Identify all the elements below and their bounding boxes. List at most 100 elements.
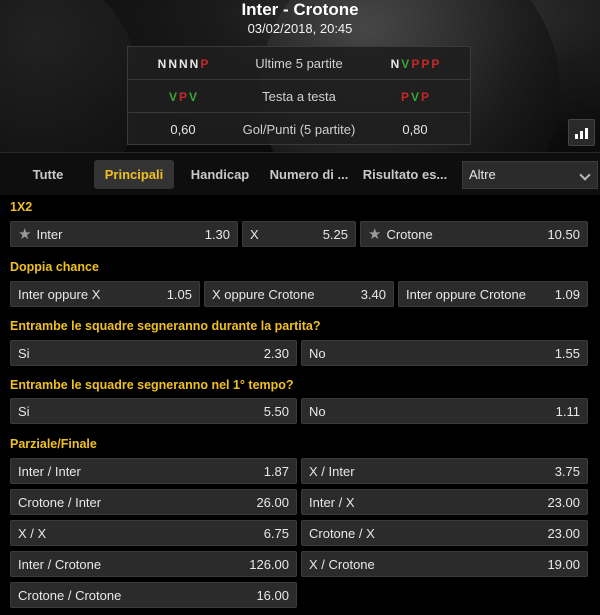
away-form: NVPPP	[360, 56, 470, 71]
tab-principali[interactable]: Principali	[94, 160, 174, 189]
option-odd: 1.30	[204, 226, 230, 242]
form-result: P	[200, 56, 209, 71]
odd-button[interactable]: X oppure Crotone 3.40	[204, 281, 394, 307]
option-name: X	[250, 226, 259, 242]
odd-button[interactable]: Inter / X 23.00	[301, 489, 588, 515]
tab-numero-di[interactable]: Numero di ...	[268, 160, 350, 189]
odd-button[interactable]: No 1.11	[301, 398, 588, 424]
odd-button[interactable]: X / Inter 3.75	[301, 458, 588, 484]
stats-label: Ultime 5 partite	[255, 55, 343, 71]
market-title-1x2: 1X2	[10, 200, 33, 214]
market-title-parziale-finale: Parziale/Finale	[10, 437, 97, 451]
option-name: Inter / X	[309, 494, 355, 510]
odd-button[interactable]: Crotone / X 23.00	[301, 520, 588, 546]
stats-row-goals: 0,60 Gol/Punti (5 partite) 0,80	[128, 113, 470, 146]
odd-button[interactable]: Inter / Crotone 126.00	[10, 551, 297, 577]
market-tabs: Tutte Principali Handicap Numero di ... …	[0, 152, 600, 195]
home-goals: 0,60	[170, 122, 196, 137]
option-odd: 3.40	[360, 286, 386, 302]
odd-button[interactable]: X / X 6.75	[10, 520, 297, 546]
home-form: NNNNP	[128, 56, 238, 71]
stats-row-h2h: VPV Testa a testa PVP	[128, 80, 470, 113]
option-name: Inter / Inter	[18, 463, 81, 479]
option-name: Crotone / X	[309, 525, 375, 541]
option-odd: 23.00	[547, 525, 580, 541]
option-odd: 5.25	[322, 226, 348, 242]
option-name: Crotone / Crotone	[18, 587, 122, 603]
tab-tutte[interactable]: Tutte	[22, 160, 74, 189]
odd-button[interactable]: Inter / Inter 1.87	[10, 458, 297, 484]
form-result: N	[168, 56, 177, 71]
match-header: Inter - Crotone 03/02/2018, 20:45 NNNNP …	[0, 0, 600, 152]
option-name: Inter oppure Crotone	[406, 286, 526, 302]
select-value: Altre	[469, 167, 496, 182]
tab-handicap[interactable]: Handicap	[188, 160, 252, 189]
form-result: N	[390, 56, 400, 71]
star-icon[interactable]: ★	[368, 227, 381, 242]
option-name: No	[309, 403, 326, 419]
option-odd: 1.87	[263, 463, 289, 479]
odd-button[interactable]: Inter oppure Crotone 1.09	[398, 281, 588, 307]
option-name: X oppure Crotone	[212, 286, 315, 302]
form-result: V	[189, 89, 198, 104]
match-date: 03/02/2018, 20:45	[247, 21, 353, 36]
option-odd: 1.11	[555, 403, 580, 419]
option-odd: 23.00	[547, 494, 580, 510]
option-odd: 5.50	[263, 403, 289, 419]
option-odd: 1.09	[554, 286, 580, 302]
option-name: Inter / Crotone	[18, 556, 102, 572]
option-name: Inter	[36, 226, 63, 242]
option-name: X / Crotone	[309, 556, 375, 572]
option-name: Crotone	[386, 226, 433, 242]
option-odd: 26.00	[256, 494, 289, 510]
market-title-btts-first-half: Entrambe le squadre segneranno nel 1° te…	[10, 378, 294, 392]
away-h2h: PVP	[360, 89, 470, 104]
form-result: V	[168, 89, 177, 104]
form-result: N	[189, 56, 199, 71]
home-h2h: VPV	[128, 89, 238, 104]
odd-button[interactable]: X 5.25	[242, 221, 356, 247]
option-name: Si	[18, 345, 30, 361]
match-title: Inter - Crotone	[241, 0, 359, 19]
form-result: N	[178, 56, 188, 71]
odd-button[interactable]: No 1.55	[301, 340, 588, 366]
option-name: Si	[18, 403, 30, 419]
option-odd: 10.50	[547, 226, 580, 242]
star-icon[interactable]: ★	[18, 227, 31, 242]
form-result: P	[421, 56, 430, 71]
market-title-btts: Entrambe le squadre segneranno durante l…	[10, 319, 321, 333]
odd-button[interactable]: Si 2.30	[10, 340, 297, 366]
option-name: Crotone / Inter	[18, 494, 102, 510]
odd-button[interactable]: Si 5.50	[10, 398, 297, 424]
option-odd: 16.00	[256, 587, 289, 603]
form-result: P	[421, 89, 430, 104]
form-result: V	[410, 89, 419, 104]
away-goals: 0,80	[402, 122, 428, 137]
form-result: P	[431, 56, 440, 71]
option-name: No	[309, 345, 326, 361]
option-odd: 126.00	[249, 556, 289, 572]
tab-risultato-esatto[interactable]: Risultato es...	[362, 160, 448, 189]
odd-button[interactable]: Crotone / Inter 26.00	[10, 489, 297, 515]
market-title-doppia-chance: Doppia chance	[10, 260, 99, 274]
option-odd: 6.75	[263, 525, 289, 541]
stats-chart-icon[interactable]	[568, 119, 595, 146]
more-markets-select[interactable]: Altre	[462, 161, 598, 189]
odd-button[interactable]: Inter oppure X 1.05	[10, 281, 200, 307]
option-name: Inter oppure X	[18, 286, 101, 302]
form-result: V	[401, 56, 410, 71]
option-odd: 1.55	[554, 345, 580, 361]
option-odd: 3.75	[554, 463, 580, 479]
odd-button[interactable]: X / Crotone 19.00	[301, 551, 588, 577]
stats-label: Gol/Punti (5 partite)	[242, 122, 356, 137]
form-result: N	[157, 56, 167, 71]
odd-button[interactable]: ★ Inter 1.30	[10, 221, 238, 247]
odd-button[interactable]: Crotone / Crotone 16.00	[10, 582, 297, 608]
stats-row-last5: NNNNP Ultime 5 partite NVPPP	[128, 47, 470, 80]
form-result: P	[178, 89, 187, 104]
form-result: P	[411, 56, 420, 71]
option-name: X / Inter	[309, 463, 355, 479]
option-odd: 1.05	[166, 286, 192, 302]
odd-button[interactable]: ★ Crotone 10.50	[360, 221, 588, 247]
option-name: X / X	[18, 525, 47, 541]
